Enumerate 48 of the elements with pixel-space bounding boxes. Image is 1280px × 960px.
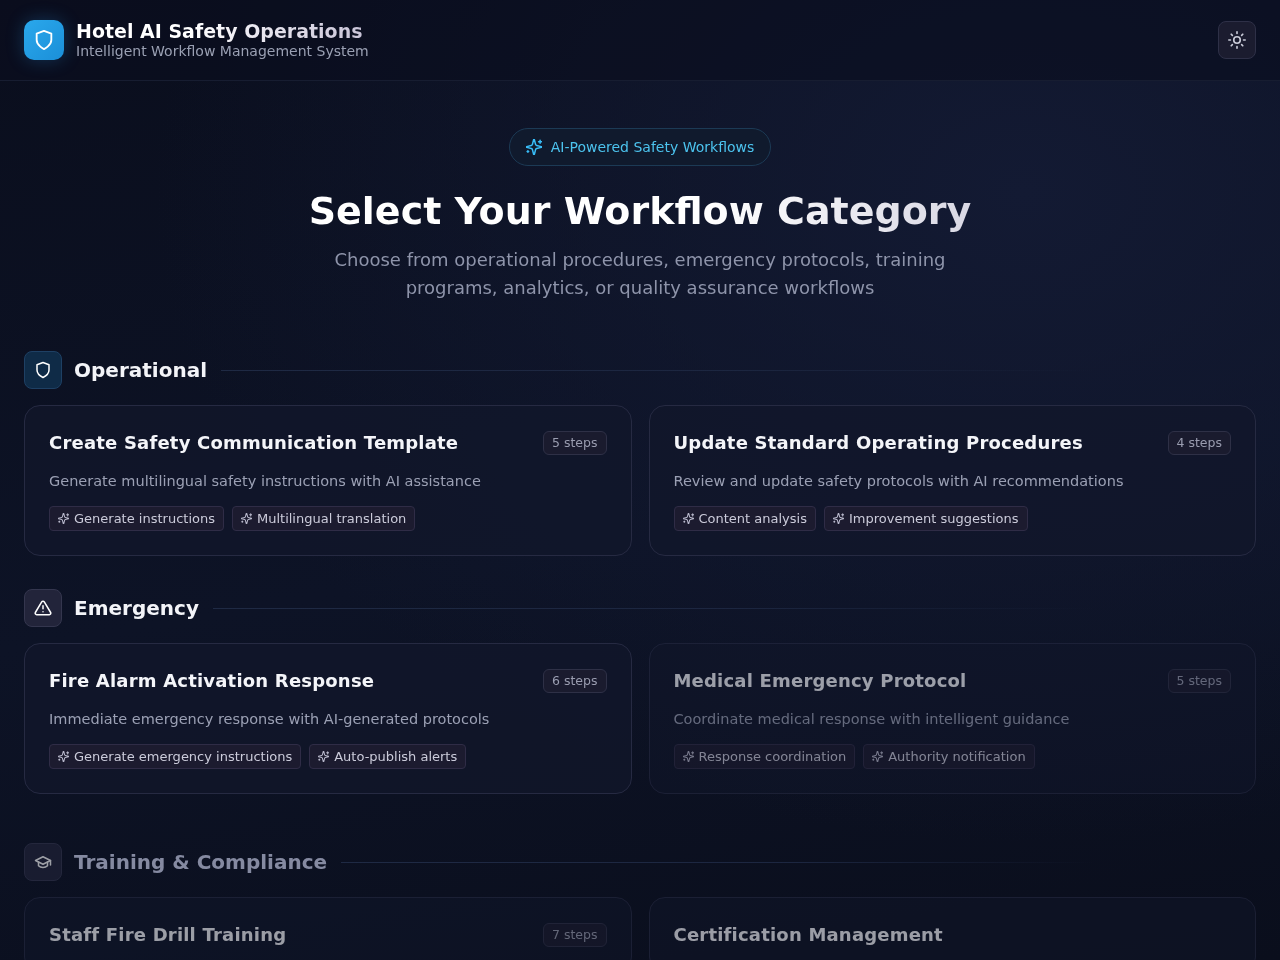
workflow-card[interactable]: Create Safety Communication Template 5 steps Generate multilingual safety instructions with AI assistance Generate instructions Multilingual translation [24, 405, 632, 556]
sun-icon [1228, 31, 1246, 49]
sparkles-icon [318, 751, 330, 762]
section-title: Training & Compliance [74, 849, 328, 875]
step-count: 7 steps [543, 923, 607, 947]
feature-tag-text: Multilingual translation [257, 510, 407, 527]
sparkles-icon [58, 751, 69, 762]
workflow-card[interactable]: Fire Alarm Activation Response 6 steps Immediate emergency response with AI-generated protocols Generate emergency instructions Auto-publish alerts [24, 643, 632, 794]
card-title: Medical Emergency Protocol [673, 669, 967, 693]
step-count: 5 steps [1167, 669, 1231, 693]
card-title: Create Safety Communication Template [49, 431, 459, 455]
sparkles-icon [832, 513, 844, 524]
step-count: 6 steps [543, 669, 607, 693]
card-title: Update Standard Operating Procedures [673, 431, 1083, 455]
card-description: Review and update safety protocols with AI recommendations [673, 472, 1125, 491]
sparkles-icon [682, 751, 694, 762]
card-title: Staff Fire Drill Training [49, 923, 287, 947]
theme-toggle-button[interactable] [1218, 21, 1256, 59]
app-title: Hotel AI Safety Operations [76, 20, 363, 42]
sparkles-icon [525, 139, 542, 155]
card-title: Certification Management [673, 923, 943, 947]
workflow-card[interactable]: Medical Emergency Protocol 5 steps Coordinate medical response with intelligent guidance Response coordination Authority notification [648, 643, 1256, 794]
step-count: 4 steps [1167, 431, 1231, 455]
sparkles-icon [241, 513, 252, 524]
card-description: Coordinate medical response with intelligent guidance [673, 710, 1071, 729]
section-title: Emergency [74, 595, 199, 621]
step-count: 5 steps [543, 431, 607, 455]
shield-icon [24, 20, 64, 60]
feature-tag-text: Auto-publish alerts [334, 748, 458, 765]
feature-tag-text: Content analysis [698, 510, 807, 527]
feature-tag-text: Authority notification [888, 748, 1026, 765]
sparkles-icon [58, 513, 69, 524]
card-description: Immediate emergency response with AI-generated protocols [49, 710, 491, 729]
card-title: Fire Alarm Activation Response [49, 669, 375, 693]
page-description: Choose from operational procedures, emergency protocols, training programs, analytics, or quality assurance workflows [333, 248, 947, 300]
hero-badge-text: AI-Powered Safety Workflows [550, 138, 755, 156]
workflow-card[interactable]: Staff Fire Drill Training 7 steps [24, 897, 632, 960]
workflow-card[interactable]: Certification Management [648, 897, 1256, 960]
feature-tag-text: Generate instructions [74, 510, 215, 527]
app-subtitle: Intelligent Workflow Management System [76, 42, 369, 60]
feature-tag-text: Generate emergency instructions [74, 748, 293, 765]
feature-tag-text: Improvement suggestions [848, 510, 1019, 527]
section-title: Operational [74, 357, 207, 383]
workflow-card[interactable]: Update Standard Operating Procedures 4 steps Review and update safety protocols with AI recommendations Content analysis Improvement suggestions [648, 405, 1256, 556]
sparkles-icon [682, 513, 694, 524]
feature-tag-text: Response coordination [698, 748, 847, 765]
card-description: Generate multilingual safety instructions with AI assistance [49, 472, 482, 491]
sparkles-icon [872, 751, 884, 762]
